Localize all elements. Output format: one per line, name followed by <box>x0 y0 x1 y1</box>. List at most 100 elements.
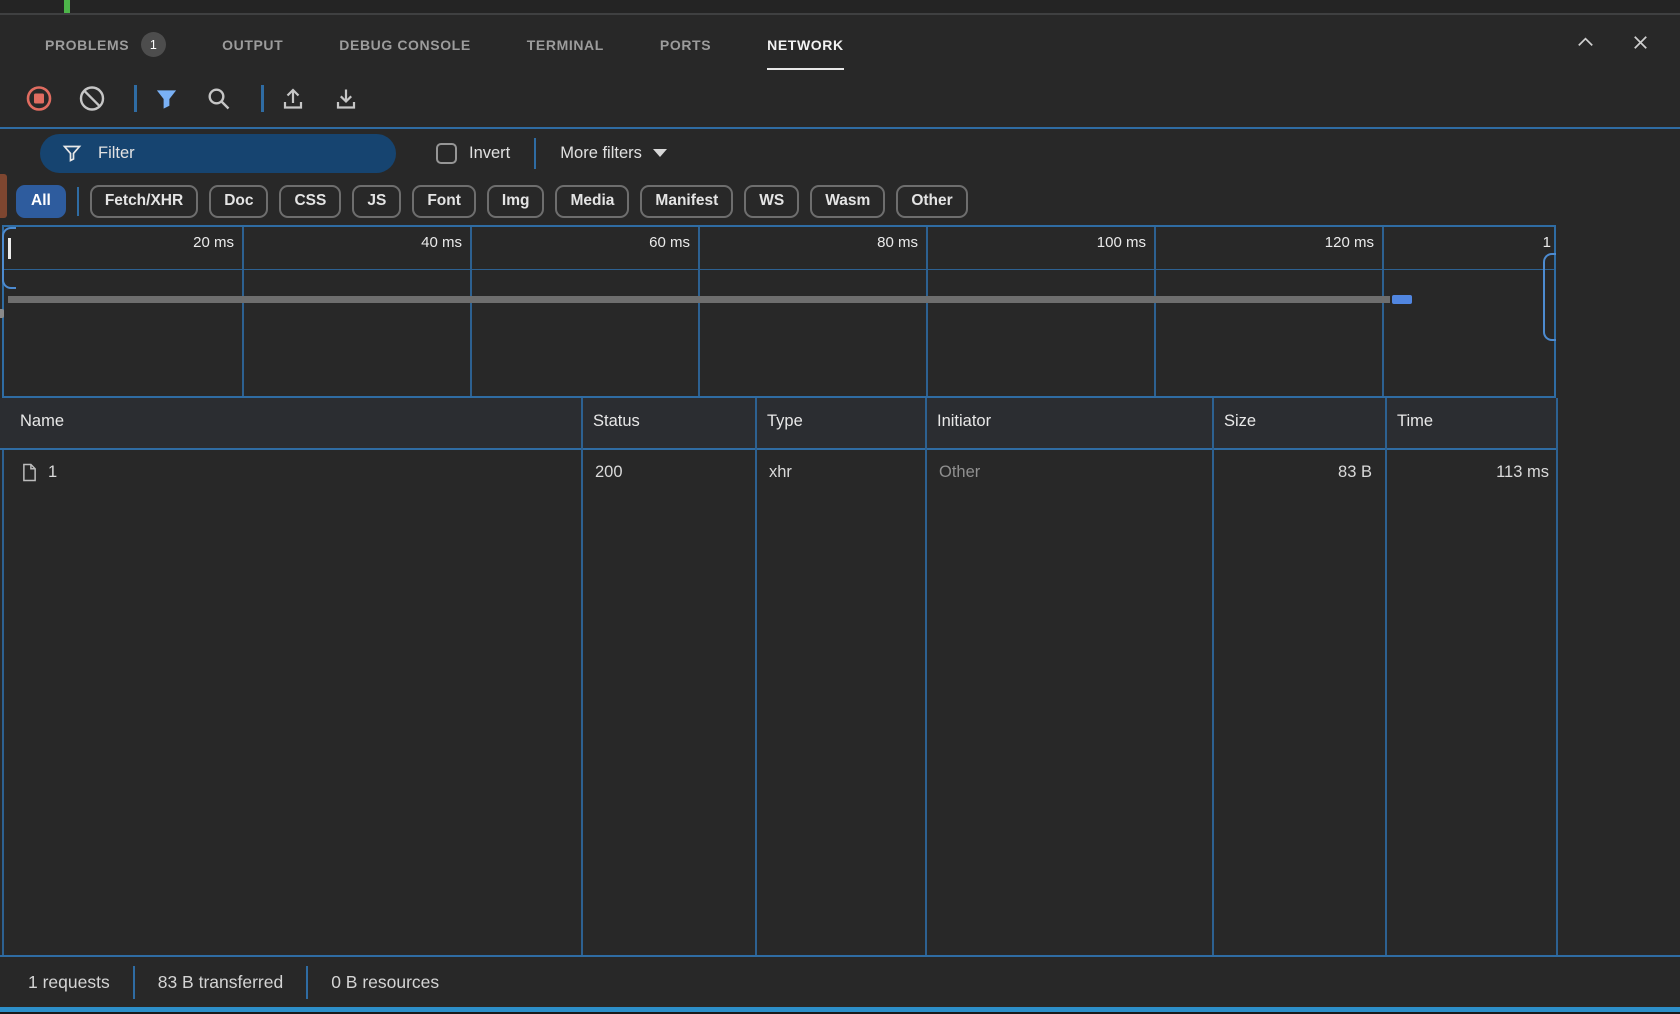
table-header: Name Status Type Initiator Size Time <box>0 398 1556 450</box>
tab-output[interactable]: OUTPUT <box>222 15 283 70</box>
column-header-type[interactable]: Type <box>767 412 803 431</box>
invert-group: Invert <box>436 143 510 164</box>
column-header-initiator[interactable]: Initiator <box>937 412 991 431</box>
chip-img[interactable]: Img <box>487 185 545 218</box>
cell-type: xhr <box>769 463 792 482</box>
cell-name: 1 <box>48 463 57 482</box>
network-load-bar-end <box>1392 295 1412 304</box>
request-row[interactable]: 1 200 xhr Other 83 B 113 ms <box>4 452 1556 498</box>
timeline-tick-label: 40 ms <box>370 234 462 251</box>
overview-right-handle[interactable] <box>1543 253 1556 341</box>
invert-label[interactable]: Invert <box>469 144 510 163</box>
cell-time: 113 ms <box>1385 463 1549 482</box>
summary-separator <box>306 966 308 999</box>
tab-debug-console[interactable]: DEBUG CONSOLE <box>339 15 470 70</box>
edge-scroll-dot <box>0 309 4 318</box>
chevron-down-icon <box>653 149 667 157</box>
chip-ws[interactable]: WS <box>744 185 799 218</box>
timeline-ruler-border <box>4 269 1554 270</box>
timeline-tick-label: 120 ms <box>1282 234 1374 251</box>
timeline-gridline <box>242 227 244 396</box>
chip-other[interactable]: Other <box>896 185 967 218</box>
chip-wasm[interactable]: Wasm <box>810 185 885 218</box>
timeline-gridline <box>470 227 472 396</box>
timeline-tick-label-clipped: 1 <box>1543 234 1551 251</box>
column-header-size[interactable]: Size <box>1224 412 1256 431</box>
more-filters-label: More filters <box>560 144 642 163</box>
chip-css[interactable]: CSS <box>279 185 341 218</box>
request-type-filter-chips: All Fetch/XHR Doc CSS JS Font Img Media Manifest… <box>0 177 1680 225</box>
search-icon[interactable] <box>206 86 232 112</box>
column-header-status[interactable]: Status <box>593 412 640 431</box>
tab-ports[interactable]: PORTS <box>660 15 711 70</box>
timeline-overview[interactable]: 20 ms 40 ms 60 ms 80 ms 100 ms 120 ms 1 <box>2 225 1556 398</box>
summary-item-1: 83 B transferred <box>158 972 283 993</box>
timeline-tick-label: 80 ms <box>826 234 918 251</box>
cell-status: 200 <box>595 463 623 482</box>
toolbar-separator <box>261 85 264 112</box>
document-icon <box>22 463 37 487</box>
chip-fetch-xhr[interactable]: Fetch/XHR <box>90 185 198 218</box>
chip-js[interactable]: JS <box>352 185 401 218</box>
chevron-up-icon[interactable] <box>1574 31 1597 54</box>
timeline-tick-label: 60 ms <box>598 234 690 251</box>
summary-item-2: 0 B resources <box>331 972 439 993</box>
column-divider <box>1556 398 1558 955</box>
tab-label: NETWORK <box>767 37 844 53</box>
timeline-gridline <box>1154 227 1156 396</box>
summary-separator <box>133 966 135 999</box>
panel-tab-bar: PROBLEMS 1 OUTPUT DEBUG CONSOLE TERMINAL PORT… <box>0 15 1680 70</box>
tab-network[interactable]: NETWORK <box>767 15 844 70</box>
filter-icon[interactable] <box>153 86 179 112</box>
gutter-change-indicator <box>64 0 70 14</box>
tab-label: PROBLEMS <box>45 37 129 53</box>
panel-tabs: PROBLEMS 1 OUTPUT DEBUG CONSOLE TERMINAL PORT… <box>45 15 844 70</box>
tab-terminal[interactable]: TERMINAL <box>527 15 604 70</box>
timeline-gridline <box>926 227 928 396</box>
tab-label: PORTS <box>660 37 711 53</box>
tab-label: DEBUG CONSOLE <box>339 37 470 53</box>
download-icon[interactable] <box>333 86 359 112</box>
cell-initiator: Other <box>939 463 980 482</box>
filter-input[interactable]: Filter <box>40 134 396 173</box>
close-icon[interactable] <box>1629 31 1652 54</box>
more-filters-button[interactable]: More filters <box>560 144 667 163</box>
chip-font[interactable]: Font <box>412 185 476 218</box>
chip-separator <box>77 187 79 216</box>
column-header-name[interactable]: Name <box>20 412 64 431</box>
network-load-bar <box>8 296 1390 303</box>
filter-row: Filter Invert More filters <box>0 129 1680 177</box>
timeline-tick-label: 20 ms <box>142 234 234 251</box>
tab-label: TERMINAL <box>527 37 604 53</box>
invert-checkbox[interactable] <box>436 143 457 164</box>
chip-manifest[interactable]: Manifest <box>640 185 733 218</box>
timeline-gridline <box>698 227 700 396</box>
requests-table: Name Status Type Initiator Size Time 1 200 xhr Ot… <box>0 398 1680 955</box>
panel-window-actions <box>1574 15 1652 70</box>
filter-placeholder: Filter <box>98 144 135 163</box>
filter-funnel-icon <box>62 143 82 163</box>
network-toolbar <box>0 70 1680 127</box>
upload-icon[interactable] <box>280 86 306 112</box>
column-header-time[interactable]: Time <box>1397 412 1433 431</box>
filter-row-separator <box>534 138 536 169</box>
timeline-tick-label: 100 ms <box>1054 234 1146 251</box>
overview-left-handle[interactable] <box>2 227 16 289</box>
overview-ruler-mark <box>0 174 7 218</box>
chip-doc[interactable]: Doc <box>209 185 268 218</box>
tab-label: OUTPUT <box>222 37 283 53</box>
summary-item-0: 1 requests <box>28 972 110 993</box>
toolbar-separator <box>134 85 137 112</box>
handle-grip <box>8 238 11 259</box>
vscode-bottom-panel-network: 20 // const yourMMKVStorage = new MMKV()… <box>0 0 1680 1014</box>
record-icon[interactable] <box>26 86 52 112</box>
chip-media[interactable]: Media <box>555 185 629 218</box>
clear-icon[interactable] <box>79 86 105 112</box>
tab-problems[interactable]: PROBLEMS 1 <box>45 15 166 70</box>
code-line: 20 // const yourMMKVStorage = new MMKV()… <box>0 0 1680 14</box>
problems-count-badge: 1 <box>141 32 166 57</box>
timeline-gridline <box>1382 227 1384 396</box>
summary-bar: 1 requests 83 B transferred 0 B resources <box>0 957 1680 1007</box>
cell-size: 83 B <box>1212 463 1372 482</box>
chip-all[interactable]: All <box>16 185 66 218</box>
